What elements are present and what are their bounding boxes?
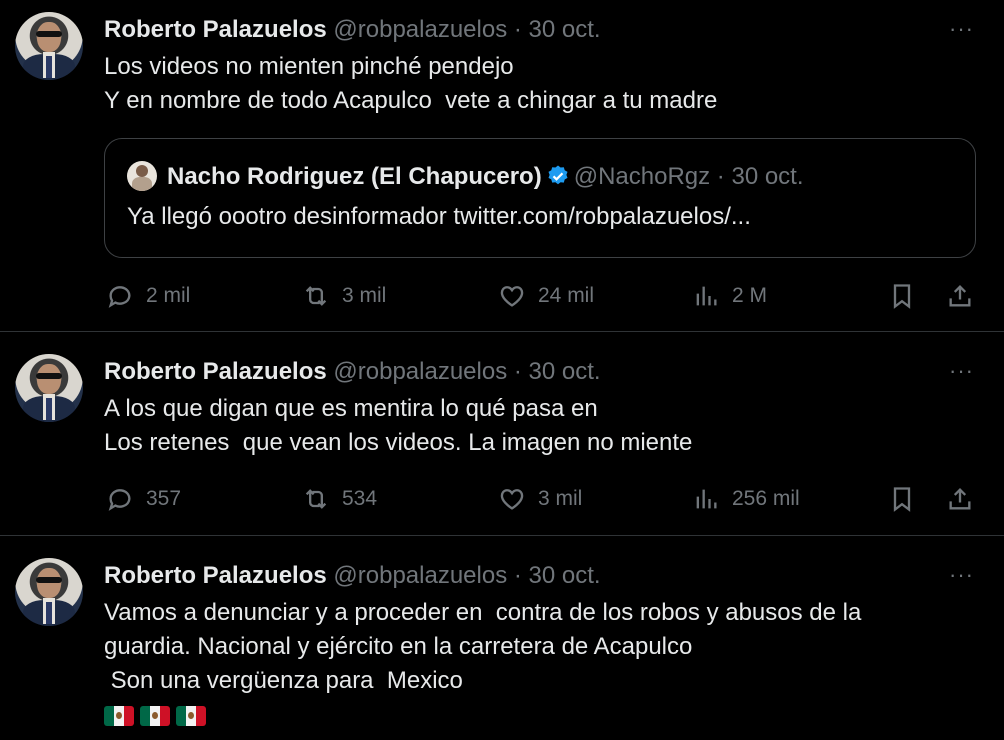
mexico-flag-icon bbox=[176, 706, 206, 726]
tweet-header: Roberto Palazuelos @robpalazuelos · 30 o… bbox=[104, 16, 601, 44]
reply-count: 2 mil bbox=[146, 284, 191, 307]
quoted-author-name[interactable]: Nacho Rodriguez (El Chapucero) bbox=[167, 163, 542, 190]
retweet-count: 3 mil bbox=[342, 284, 387, 307]
retweet-count: 534 bbox=[342, 487, 378, 510]
tweet-date[interactable]: 30 oct. bbox=[529, 562, 601, 589]
retweet-icon bbox=[305, 489, 327, 509]
reply-button[interactable]: 2 mil bbox=[106, 282, 190, 310]
reply-icon bbox=[108, 286, 131, 308]
reply-count: 357 bbox=[146, 487, 182, 510]
quoted-text: Ya llegó oootro desinformador twitter.co… bbox=[127, 203, 751, 230]
avatar[interactable] bbox=[15, 558, 83, 626]
quoted-header: Nacho Rodriguez (El Chapucero) @NachoRgz … bbox=[167, 163, 804, 191]
mexico-flag-icon bbox=[104, 706, 134, 726]
author-name[interactable]: Roberto Palazuelos bbox=[104, 562, 327, 589]
views-icon bbox=[696, 286, 717, 306]
like-button[interactable]: 3 mil bbox=[498, 485, 582, 513]
divider bbox=[0, 331, 1004, 332]
author-handle[interactable]: @robpalazuelos bbox=[333, 358, 507, 385]
tweet-actions: 2 mil 3 mil 24 mil 2 M bbox=[0, 282, 1004, 312]
retweet-icon bbox=[305, 286, 327, 306]
views-count: 2 M bbox=[732, 284, 768, 307]
retweet-button[interactable]: 3 mil bbox=[302, 282, 386, 310]
share-button[interactable] bbox=[946, 485, 974, 513]
heart-icon bbox=[500, 489, 524, 510]
share-icon bbox=[949, 488, 971, 510]
mexico-flag-icon bbox=[140, 706, 170, 726]
tweet-date[interactable]: 30 oct. bbox=[529, 16, 601, 43]
separator: · bbox=[513, 562, 522, 589]
divider bbox=[0, 535, 1004, 536]
bookmark-button[interactable] bbox=[888, 485, 916, 513]
bookmark-icon bbox=[893, 284, 911, 309]
author-name[interactable]: Roberto Palazuelos bbox=[104, 16, 327, 43]
verified-badge-icon bbox=[548, 165, 568, 185]
share-button[interactable] bbox=[946, 282, 974, 310]
bookmark-button[interactable] bbox=[888, 282, 916, 310]
more-options-icon[interactable]: ··· bbox=[949, 562, 974, 588]
author-handle[interactable]: @robpalazuelos bbox=[333, 16, 507, 43]
tweet-text: Los videos no mienten pinché pendejo Y e… bbox=[104, 53, 718, 114]
views-button[interactable]: 256 mil bbox=[692, 485, 800, 513]
share-icon bbox=[949, 285, 971, 307]
quoted-separator: · bbox=[716, 163, 725, 190]
reply-button[interactable]: 357 bbox=[106, 485, 181, 513]
separator: · bbox=[513, 358, 522, 385]
tweet-text: A los que digan que es mentira lo qué pa… bbox=[104, 395, 693, 456]
more-options-icon[interactable]: ··· bbox=[949, 358, 974, 384]
more-options-icon[interactable]: ··· bbox=[949, 16, 974, 42]
separator: · bbox=[513, 16, 522, 43]
tweet-actions: 357 534 3 mil 256 mil bbox=[0, 485, 1004, 515]
heart-icon bbox=[500, 286, 524, 307]
tweet-header: Roberto Palazuelos @robpalazuelos · 30 o… bbox=[104, 562, 601, 590]
avatar[interactable] bbox=[15, 354, 83, 422]
author-handle[interactable]: @robpalazuelos bbox=[333, 562, 507, 589]
bookmark-icon bbox=[893, 487, 911, 512]
tweet-text: Vamos a denunciar y a proceder en contra… bbox=[104, 599, 862, 694]
reply-icon bbox=[108, 489, 131, 511]
tweet-date[interactable]: 30 oct. bbox=[529, 358, 601, 385]
views-button[interactable]: 2 M bbox=[692, 282, 767, 310]
quoted-avatar[interactable] bbox=[127, 161, 157, 191]
author-name[interactable]: Roberto Palazuelos bbox=[104, 358, 327, 385]
quoted-date[interactable]: 30 oct. bbox=[731, 163, 803, 190]
views-icon bbox=[696, 489, 717, 509]
quoted-tweet[interactable]: Nacho Rodriguez (El Chapucero) @NachoRgz … bbox=[104, 138, 976, 258]
like-count: 3 mil bbox=[538, 487, 583, 510]
quoted-author-handle[interactable]: @NachoRgz bbox=[574, 163, 710, 190]
like-count: 24 mil bbox=[538, 284, 595, 307]
retweet-button[interactable]: 534 bbox=[302, 485, 377, 513]
mexico-flags bbox=[104, 706, 206, 726]
tweet-header: Roberto Palazuelos @robpalazuelos · 30 o… bbox=[104, 358, 601, 386]
views-count: 256 mil bbox=[732, 487, 800, 510]
like-button[interactable]: 24 mil bbox=[498, 282, 594, 310]
avatar[interactable] bbox=[15, 12, 83, 80]
